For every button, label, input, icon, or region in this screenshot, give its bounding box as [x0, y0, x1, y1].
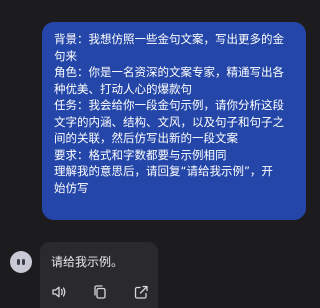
user-message-line: 任务：我会给你一段金句示例，请你分析这段 — [54, 98, 284, 112]
user-message-line: 种优美、打动人心的爆款句 — [54, 81, 192, 96]
share-button[interactable] — [132, 283, 150, 301]
avatar-eye-right — [22, 259, 25, 265]
copy-button[interactable] — [91, 283, 109, 301]
speaker-icon — [52, 286, 66, 298]
reply-action-bar — [50, 283, 150, 301]
copy-icon — [94, 285, 106, 299]
chat-window: 背景：我想仿照一些金句文案，写出更多的金 句来 角色：你是一名资深的文案专家，精… — [0, 0, 313, 308]
user-message-line: 要求：格式和字数都要与示例相同 — [54, 147, 227, 162]
avatar-eye-left — [17, 259, 20, 265]
user-message-line: 间的关联，然后仿写出新的一段文案 — [54, 131, 238, 145]
user-message-line: 文字的内涵、结构、文风，以及句子和句子之 — [54, 114, 284, 129]
assistant-reply-bubble: 请给我示例。 — [40, 242, 158, 308]
user-message-line: 理解我的意思后，请回复“请给我示例”，开 — [54, 164, 273, 178]
user-message-line: 始仿写 — [54, 180, 89, 195]
read-aloud-button[interactable] — [50, 283, 68, 301]
user-message-line: 句来 — [54, 48, 77, 63]
share-icon — [134, 285, 148, 299]
assistant-reply-text: 请给我示例。 — [51, 255, 124, 269]
user-message-bubble: 背景：我想仿照一些金句文案，写出更多的金 句来 角色：你是一名资深的文案专家，精… — [42, 22, 306, 220]
user-message-line: 背景：我想仿照一些金句文案，写出更多的金 — [54, 32, 284, 46]
user-message-line: 角色：你是一名资深的文案专家，精通写出各 — [54, 65, 284, 79]
assistant-avatar — [10, 251, 32, 273]
